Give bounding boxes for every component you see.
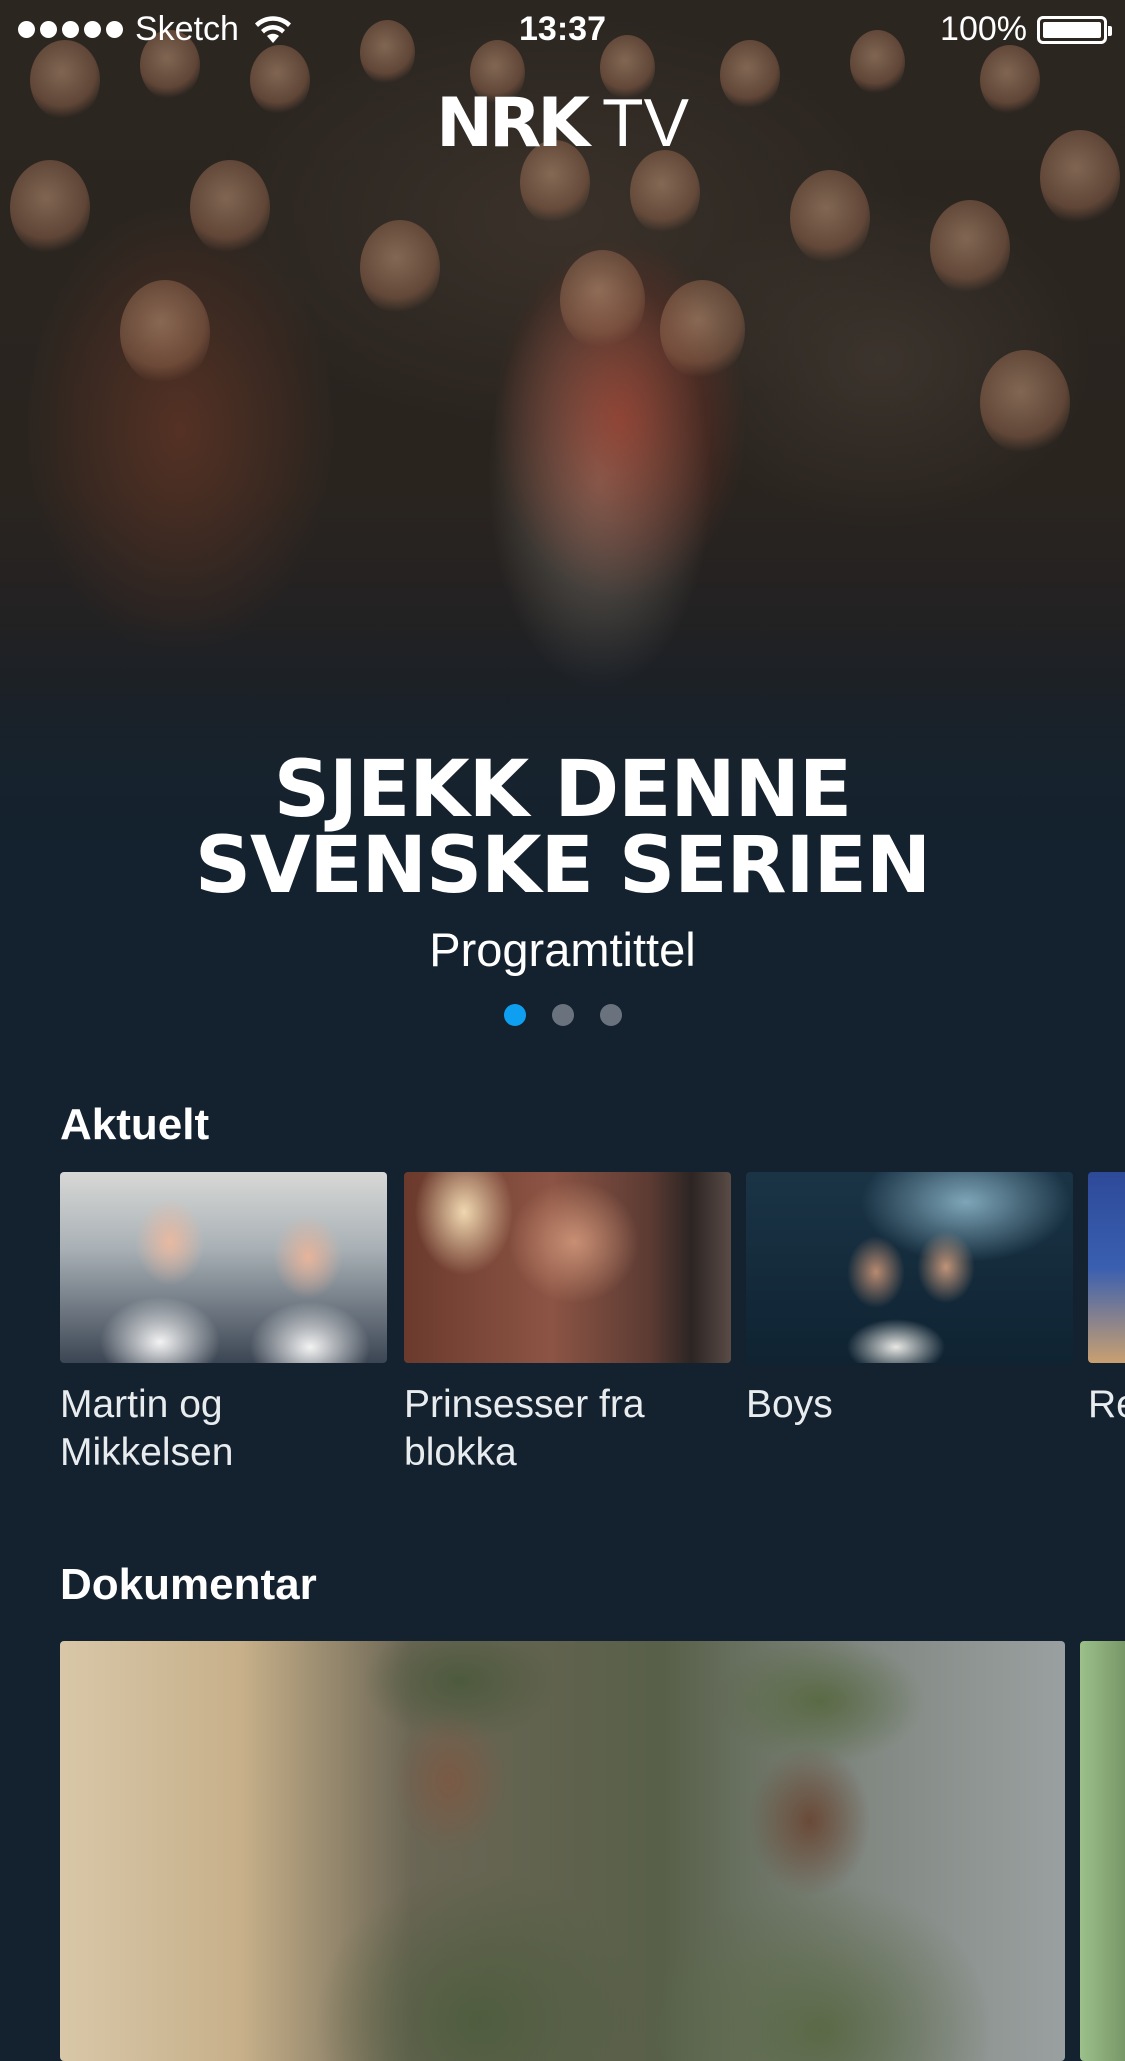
program-card[interactable]: Boys bbox=[746, 1172, 1073, 1477]
battery-percent: 100% bbox=[940, 10, 1027, 48]
hero-title-line2: SVENSKE SERIEN bbox=[194, 821, 931, 911]
hero-pager[interactable] bbox=[0, 1004, 1125, 1026]
pager-dot-3[interactable] bbox=[599, 1004, 622, 1026]
nrk-tv-logo[interactable]: NRK TV bbox=[0, 84, 1125, 163]
hero-title: SJEKK DENNE SVENSKE SERIEN bbox=[0, 745, 1125, 911]
logo-brand: NRK bbox=[436, 84, 590, 163]
program-thumbnail[interactable] bbox=[746, 1172, 1073, 1363]
program-title: Re m bbox=[1088, 1383, 1125, 1426]
hero-subtitle: Programtittel bbox=[429, 923, 696, 976]
program-card[interactable]: Re m bbox=[1088, 1172, 1125, 1477]
logo-suffix: TV bbox=[602, 85, 689, 161]
status-bar: Sketch 13:37 100% bbox=[0, 0, 1125, 60]
program-card[interactable]: Martin og Mikkelsen bbox=[60, 1172, 387, 1477]
hero-title-line1: SJEKK DENNE bbox=[273, 745, 852, 835]
program-title: Prinsesser fra blokka bbox=[404, 1383, 645, 1474]
pager-dot-2[interactable] bbox=[551, 1004, 574, 1026]
program-thumbnail[interactable] bbox=[1088, 1172, 1125, 1363]
program-title: Martin og Mikkelsen bbox=[60, 1383, 234, 1474]
documentary-thumbnail-next[interactable] bbox=[1080, 1641, 1125, 2061]
program-thumbnail[interactable] bbox=[404, 1172, 731, 1363]
dokumentar-row[interactable] bbox=[60, 1641, 1125, 2061]
battery-icon bbox=[1037, 15, 1112, 44]
aktuelt-row[interactable]: Martin og Mikkelsen Prinsesser fra blokk… bbox=[60, 1172, 1125, 1477]
section-title-aktuelt: Aktuelt bbox=[60, 1100, 210, 1149]
pager-dot-1[interactable] bbox=[503, 1004, 526, 1026]
section-title-dokumentar: Dokumentar bbox=[60, 1560, 317, 1609]
program-thumbnail[interactable] bbox=[60, 1172, 387, 1363]
program-card[interactable]: Prinsesser fra blokka bbox=[404, 1172, 731, 1477]
documentary-thumbnail[interactable] bbox=[60, 1641, 1065, 2061]
program-title: Boys bbox=[746, 1383, 833, 1426]
